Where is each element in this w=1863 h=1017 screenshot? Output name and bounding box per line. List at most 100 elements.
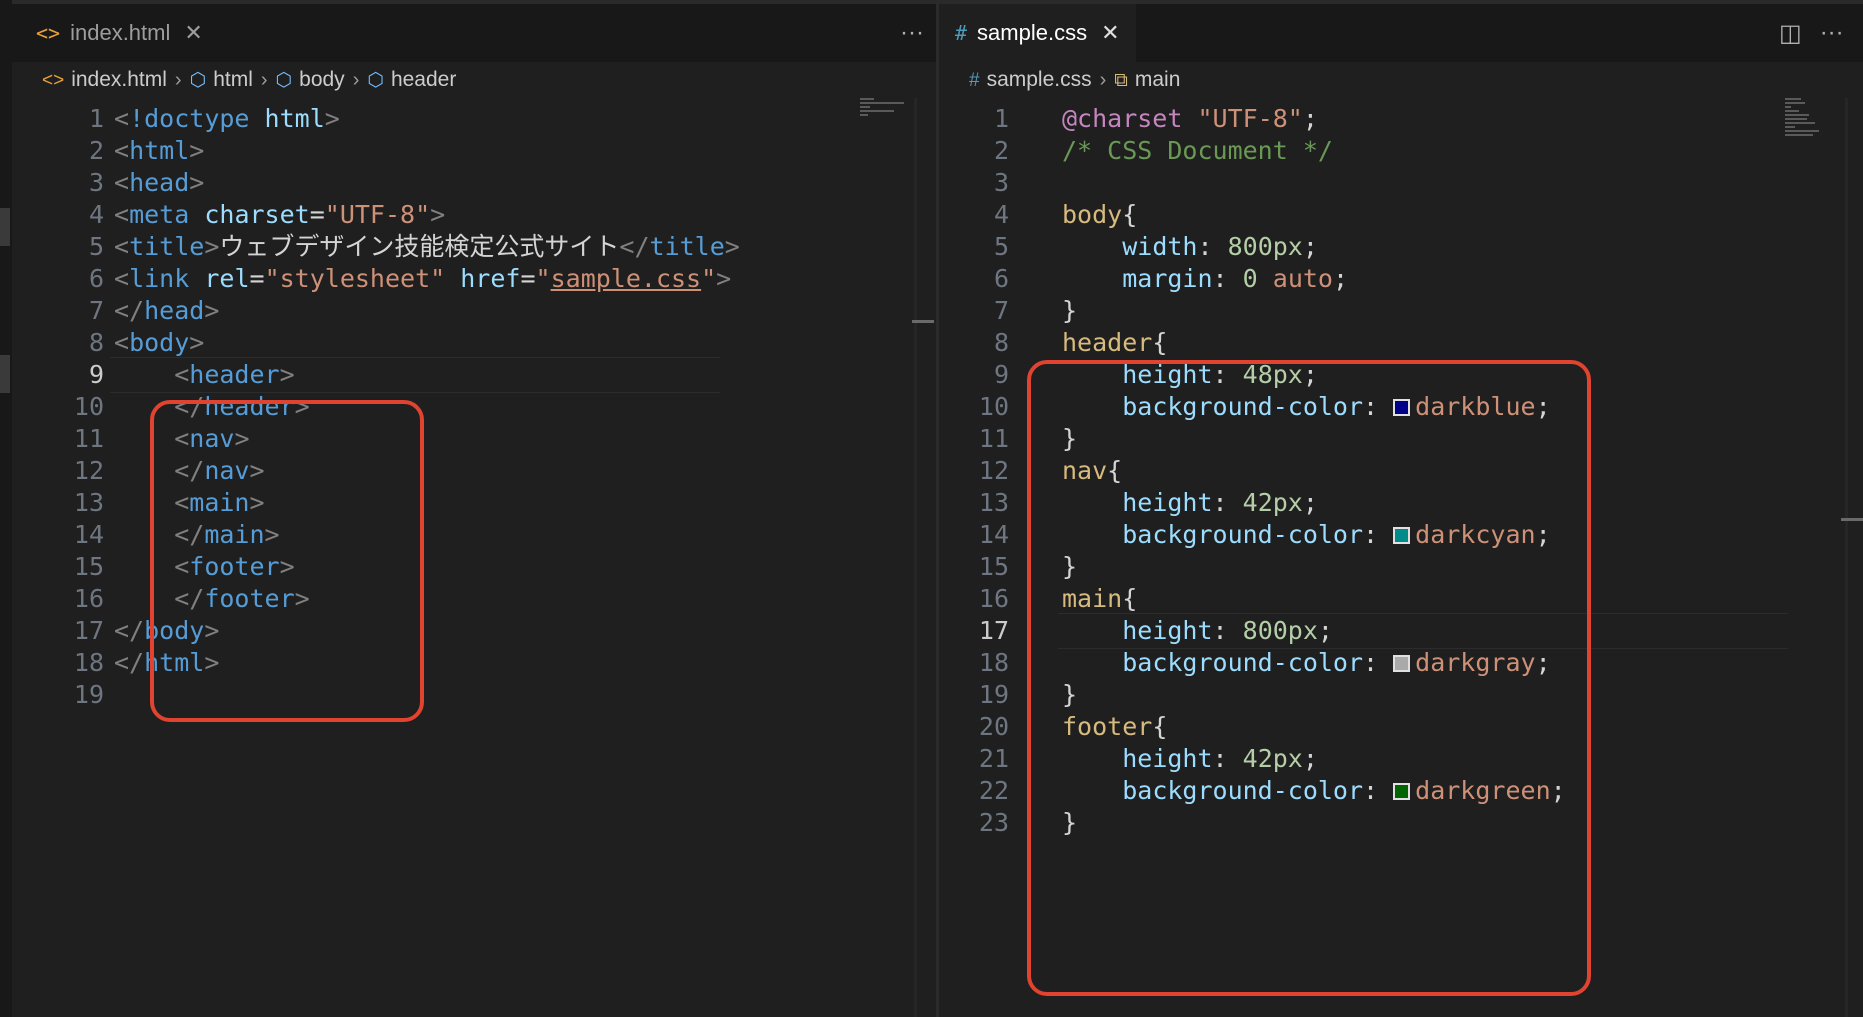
code-token: @charset: [1062, 104, 1183, 133]
chevron-right-icon: ›: [260, 68, 268, 91]
code-token: =: [249, 264, 265, 293]
breadcrumb-label: body: [299, 68, 345, 91]
breadcrumb-label: header: [390, 68, 457, 91]
code-token: <: [114, 328, 130, 357]
breadcrumb-item[interactable]: ⬡ html: [190, 68, 253, 92]
symbol-icon: ⬡: [189, 70, 207, 91]
breadcrumb-label: html: [213, 68, 253, 91]
split-editor-icon[interactable]: ◫: [1779, 19, 1802, 48]
close-icon[interactable]: ✕: [1101, 20, 1119, 46]
code-token: <: [114, 232, 130, 261]
file-icon: <>: [42, 70, 65, 91]
code-token: ウェブデザイン技能検定公式サイト: [219, 232, 620, 261]
breadcrumb-item[interactable]: ⬡ header: [367, 68, 456, 92]
code-token: <: [114, 168, 130, 197]
chevron-right-icon: ›: [1099, 68, 1107, 91]
code-token: head: [129, 168, 190, 197]
tab-actions: ◫ ···: [1761, 4, 1844, 62]
code-token: >: [430, 200, 446, 229]
breadcrumb-item[interactable]: <> index.html: [42, 68, 167, 92]
code-token: link: [129, 264, 190, 293]
code-token: width: [1122, 232, 1198, 261]
code-token: </: [114, 296, 145, 325]
tab-bar: <> index.html ✕ ···: [12, 0, 936, 62]
scrollbar[interactable]: [1845, 98, 1848, 1017]
highlight-box-css-rules: [1027, 360, 1591, 996]
breadcrumb: # sample.css › ⧉ main: [969, 62, 1180, 98]
tab-actions: ···: [882, 4, 924, 62]
breadcrumb: <> index.html › ⬡ html › ⬡ body › ⬡ header: [42, 62, 456, 98]
code-token: 800px: [1227, 232, 1303, 261]
code-token: href: [460, 264, 521, 293]
code-token: header: [1062, 328, 1153, 357]
code-token: =: [309, 200, 325, 229]
chevron-right-icon: ›: [174, 68, 182, 91]
breadcrumb-label: sample.css: [986, 68, 1092, 91]
code-token: body: [1062, 200, 1123, 229]
highlight-box-html-elements: [150, 400, 424, 722]
code-token: >: [189, 168, 205, 197]
code-token: "UTF-8": [1197, 104, 1303, 133]
scroll-position-marker: [1841, 518, 1863, 521]
code-token: title: [129, 232, 205, 261]
code-token: /* CSS Document */: [1062, 136, 1333, 165]
activity-bar-edge: [0, 0, 12, 1017]
code-token: charset: [204, 200, 310, 229]
tab-label: sample.css: [977, 20, 1088, 45]
breadcrumb-item[interactable]: # sample.css: [969, 68, 1092, 92]
html-file-icon: <>: [36, 21, 61, 45]
code-content: margin: 0 auto;: [1062, 260, 1348, 298]
breadcrumb-label: main: [1134, 68, 1181, 91]
breadcrumb-item[interactable]: ⬡ body: [276, 68, 345, 92]
editor-pane-sample-css: # sample.css ✕ ◫ ··· # sample.css › ⧉ main 1…: [939, 0, 1863, 1017]
more-actions-icon[interactable]: ···: [1820, 19, 1844, 47]
scrollbar[interactable]: [914, 98, 917, 1017]
breadcrumb-item[interactable]: ⧉ main: [1114, 68, 1180, 92]
code-token: 0: [1242, 264, 1258, 293]
tab-index-html[interactable]: <> index.html ✕: [20, 4, 219, 62]
code-token: sample.css: [550, 264, 702, 293]
code-token: </: [114, 648, 145, 677]
chevron-right-icon: ›: [352, 68, 360, 91]
symbol-icon: ⬡: [367, 70, 384, 91]
code-token: head: [144, 296, 205, 325]
code-token: "stylesheet": [264, 264, 446, 293]
code-token: >: [204, 296, 220, 325]
code-token: }: [1062, 296, 1078, 325]
code-token: <: [114, 136, 130, 165]
symbol-icon: ⬡: [275, 70, 293, 91]
tab-label: index.html: [70, 20, 171, 45]
tab-sample-css[interactable]: # sample.css ✕: [939, 4, 1136, 62]
code-token: :: [1212, 264, 1243, 293]
more-actions-icon[interactable]: ···: [900, 19, 924, 47]
minimap[interactable]: [860, 98, 930, 158]
css-file-icon: #: [955, 21, 968, 45]
code-content: /* CSS Document */: [1062, 132, 1333, 170]
symbol-icon: ⧉: [1114, 70, 1128, 91]
code-token: ;: [1302, 104, 1318, 133]
line-number: 23: [978, 808, 1009, 837]
activity-marker: [0, 208, 10, 246]
code-token: html: [129, 136, 190, 165]
code-token: ;: [1302, 232, 1318, 261]
code-token: title: [649, 232, 725, 261]
code-token: >: [189, 328, 205, 357]
code-token: </: [114, 616, 145, 645]
close-icon[interactable]: ✕: [184, 20, 202, 46]
code-token: >: [279, 360, 295, 389]
code-token: !doctype: [129, 104, 250, 133]
activity-marker: [0, 355, 10, 393]
code-token: margin: [1122, 264, 1213, 293]
code-token: html: [264, 104, 325, 133]
code-token: >: [324, 104, 340, 133]
code-token: meta: [129, 200, 190, 229]
code-token: =: [520, 264, 536, 293]
code-token: <: [174, 360, 190, 389]
code-token: ": [701, 264, 717, 293]
